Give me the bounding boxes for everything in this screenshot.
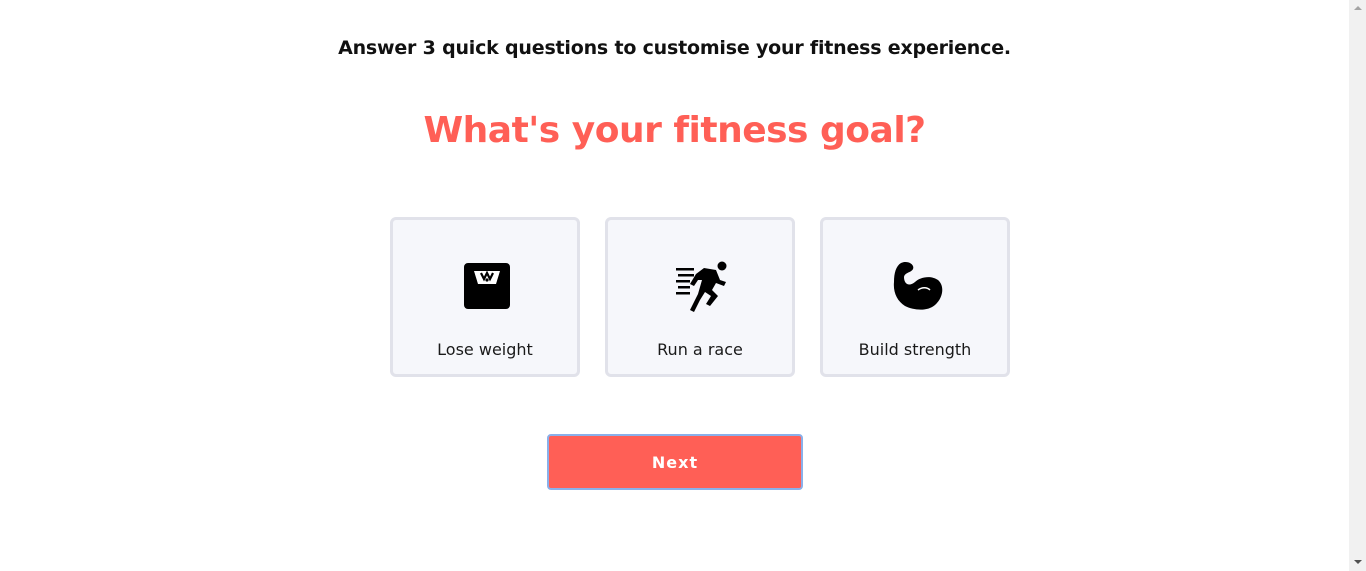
intro-text: Answer 3 quick questions to customise yo…: [338, 37, 1011, 59]
vertical-scrollbar[interactable]: [1349, 0, 1366, 571]
question-title: What's your fitness goal?: [423, 110, 926, 151]
option-run-a-race[interactable]: Run a race: [605, 217, 795, 377]
scale-icon: [461, 260, 513, 312]
quiz-page: Answer 3 quick questions to customise yo…: [0, 0, 1349, 571]
next-button[interactable]: Next: [547, 434, 803, 490]
option-lose-weight[interactable]: Lose weight: [390, 217, 580, 377]
option-build-strength[interactable]: Build strength: [820, 217, 1010, 377]
option-label: Run a race: [657, 340, 743, 359]
option-label: Lose weight: [437, 340, 533, 359]
scroll-up-icon[interactable]: [1349, 0, 1366, 17]
option-label: Build strength: [858, 340, 972, 359]
runner-icon: [676, 260, 728, 312]
flexed-arm-icon: [891, 260, 943, 312]
scroll-down-icon[interactable]: [1349, 554, 1366, 571]
